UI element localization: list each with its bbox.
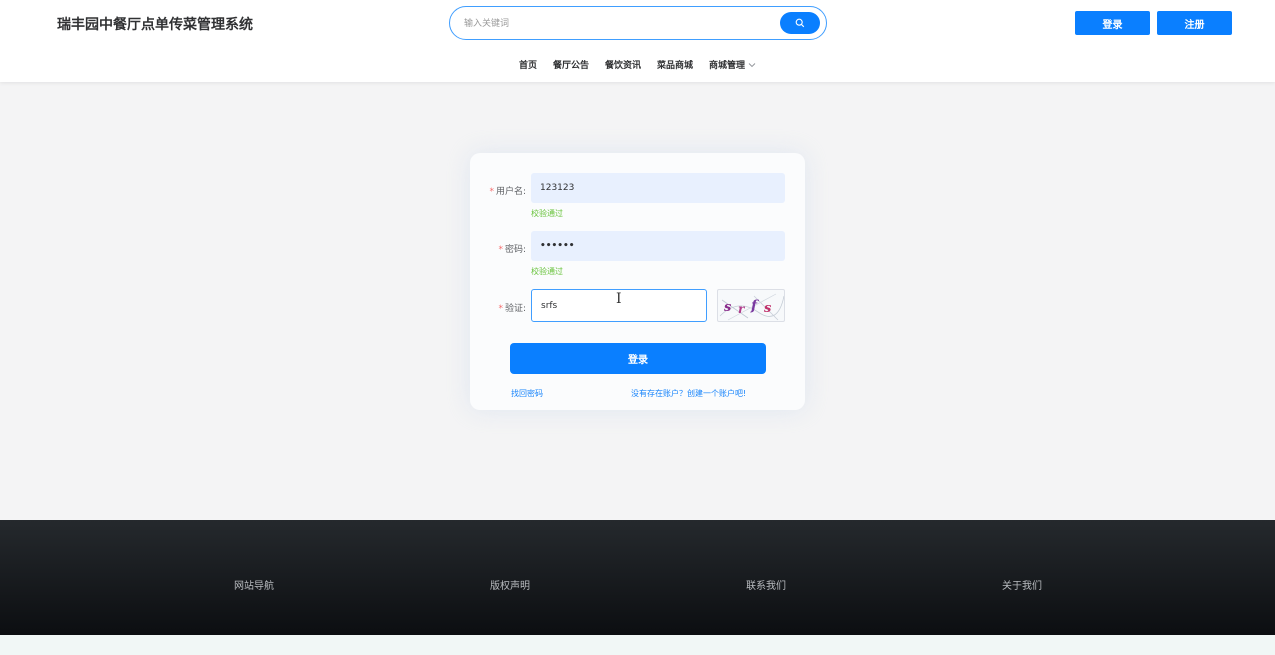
nav-item-mall-management[interactable]: 商城管理 [701,58,764,71]
search-input[interactable] [464,16,774,32]
svg-text:s: s [724,300,732,315]
password-validation-message: 校验通过 [531,267,563,276]
search-bar[interactable] [449,6,827,40]
bottom-strip [0,635,1275,655]
nav-item-news[interactable]: 餐饮资讯 [597,58,649,71]
footer-link-copyright[interactable]: 版权声明 [490,577,530,592]
password-field[interactable]: •••••• [531,231,785,261]
username-validation-message: 校验通过 [531,209,563,218]
username-field[interactable]: 123123 [531,173,785,203]
nav-item-dish-mall[interactable]: 菜品商城 [649,58,701,71]
login-submit-button[interactable]: 登录 [510,343,766,374]
password-label: * 密码: [498,245,526,255]
search-button[interactable] [780,12,820,34]
header-register-button[interactable]: 注册 [1157,11,1232,35]
captcha-label: * 验证: [498,304,526,314]
top-header: 瑞丰园中餐厅点单传菜管理系统 登录 注册 首页 餐厅公告 餐饮资讯 菜品商城 商… [0,0,1275,82]
main-nav: 首页 餐厅公告 餐饮资讯 菜品商城 商城管理 [0,58,1275,71]
captcha-image[interactable]: s r f s [717,289,785,322]
search-icon [795,18,805,28]
username-label: * 用户名: [489,187,526,197]
header-login-button[interactable]: 登录 [1075,11,1150,35]
footer-link-contact[interactable]: 联系我们 [746,577,786,592]
nav-item-announcements[interactable]: 餐厅公告 [545,58,597,71]
svg-text:s: s [764,301,772,316]
footer-link-about[interactable]: 关于我们 [1002,577,1042,592]
create-account-link[interactable]: 没有存在账户？创建一个账户吧! [631,388,746,399]
footer: 网站导航 版权声明 联系我们 关于我们 [0,520,1275,635]
login-card: * 用户名: 123123 校验通过 * 密码: •••••• 校验通过 * 验证: … [470,153,805,410]
nav-item-home[interactable]: 首页 [511,58,545,71]
chevron-down-icon [748,62,756,67]
site-title: 瑞丰园中餐厅点单传菜管理系统 [57,17,253,33]
footer-link-site-navigation[interactable]: 网站导航 [234,577,274,592]
forgot-password-link[interactable]: 找回密码 [511,388,543,399]
nav-item-mall-management-label: 商城管理 [709,61,746,71]
svg-text:r: r [738,302,746,316]
text-cursor-icon: I [616,291,622,307]
